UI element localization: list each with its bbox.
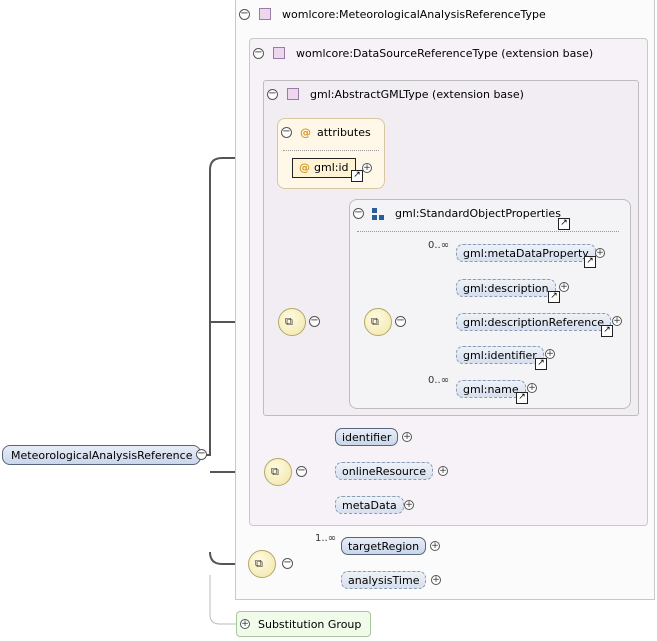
element-label: gml:descriptionReference	[463, 316, 605, 329]
collapse-icon[interactable]: −	[282, 558, 293, 569]
online-resource-element[interactable]: onlineResource	[335, 462, 433, 480]
substitution-group-label: Substitution Group	[258, 618, 362, 631]
collapse-icon[interactable]: −	[309, 316, 320, 327]
complex-type-icon	[287, 88, 299, 100]
collapse-icon[interactable]: −	[281, 127, 292, 138]
analysis-time-element[interactable]: analysisTime	[341, 571, 427, 589]
element-label: analysisTime	[348, 574, 420, 587]
collapse-icon[interactable]: −	[395, 316, 406, 327]
reference-arrow-icon: ↗	[601, 325, 613, 337]
gml-id-attribute[interactable]: @ gml:id	[292, 158, 356, 178]
occurrence-label: 0..∞	[428, 375, 450, 386]
reference-arrow-icon: ↗	[548, 291, 560, 303]
identifier-element[interactable]: identifier	[335, 428, 399, 446]
expand-icon[interactable]: +	[430, 541, 440, 551]
reference-arrow-icon: ↗	[516, 392, 528, 404]
expand-icon[interactable]: +	[559, 282, 569, 292]
element-label: gml:name	[463, 383, 519, 396]
attributes-label: attributes	[317, 126, 371, 139]
sequence-icon[interactable]: ⧉	[264, 458, 292, 486]
collapse-icon[interactable]: −	[196, 449, 207, 460]
collapse-icon[interactable]: −	[253, 48, 264, 59]
target-region-element[interactable]: targetRegion	[341, 537, 427, 555]
element-label: metaData	[342, 499, 397, 512]
attribute-at-icon: @	[299, 161, 310, 174]
reference-arrow-icon: ↗	[351, 170, 363, 182]
expand-icon[interactable]: +	[431, 575, 441, 585]
element-label: identifier	[342, 431, 392, 444]
element-label: gml:identifier	[463, 349, 537, 362]
element-label: targetRegion	[348, 540, 420, 553]
extension-label: womlcore:DataSourceReferenceType (extens…	[296, 47, 594, 60]
gml-id-label: gml:id	[314, 161, 349, 174]
expand-icon[interactable]: +	[438, 466, 448, 476]
element-label: gml:description	[463, 282, 549, 295]
root-element-label: MeteorologicalAnalysisReference	[11, 449, 193, 462]
sequence-icon[interactable]: ⧉	[278, 308, 306, 336]
std-props-divider	[357, 231, 619, 232]
expand-icon[interactable]: +	[527, 383, 537, 393]
complex-type-icon	[259, 8, 271, 20]
root-element[interactable]: MeteorologicalAnalysisReference	[2, 445, 202, 465]
collapse-icon[interactable]: −	[267, 89, 278, 100]
expand-icon[interactable]: +	[362, 163, 372, 173]
expand-icon[interactable]: +	[595, 248, 605, 258]
gml-metadata-property-element[interactable]: gml:metaDataProperty	[456, 244, 596, 262]
occurrence-label: 0..∞	[428, 240, 450, 251]
reference-arrow-icon: ↗	[584, 256, 596, 268]
collapse-icon[interactable]: −	[296, 466, 307, 477]
attributes-divider	[283, 150, 379, 151]
group-icon	[372, 208, 384, 220]
element-label: gml:metaDataProperty	[463, 247, 589, 260]
std-props-label: gml:StandardObjectProperties	[395, 207, 561, 220]
complex-type-icon	[273, 47, 285, 59]
gml-identifier-element[interactable]: gml:identifier	[456, 346, 544, 364]
sequence-icon[interactable]: ⧉	[248, 550, 276, 578]
gml-description-reference-element[interactable]: gml:descriptionReference	[456, 313, 612, 331]
complex-type-label: womlcore:MeteorologicalAnalysisReference…	[282, 8, 546, 21]
collapse-icon[interactable]: −	[239, 9, 250, 20]
occurrence-label: 1..∞	[315, 533, 337, 544]
substitution-group[interactable]: + Substitution Group	[236, 611, 371, 637]
element-label: onlineResource	[342, 465, 426, 478]
expand-icon[interactable]: +	[404, 500, 414, 510]
expand-icon[interactable]: +	[240, 619, 250, 629]
expand-icon[interactable]: +	[402, 432, 412, 442]
metadata-element[interactable]: metaData	[335, 496, 404, 514]
gml-description-element[interactable]: gml:description	[456, 279, 556, 297]
expand-icon[interactable]: +	[612, 316, 622, 326]
reference-arrow-icon: ↗	[558, 218, 570, 230]
reference-arrow-icon: ↗	[535, 358, 547, 370]
collapse-icon[interactable]: −	[353, 208, 364, 219]
gml-abstract-label: gml:AbstractGMLType (extension base)	[310, 88, 524, 101]
sequence-icon[interactable]: ⧉	[364, 308, 392, 336]
expand-icon[interactable]: +	[545, 349, 555, 359]
attribute-at-icon: @	[300, 126, 311, 139]
